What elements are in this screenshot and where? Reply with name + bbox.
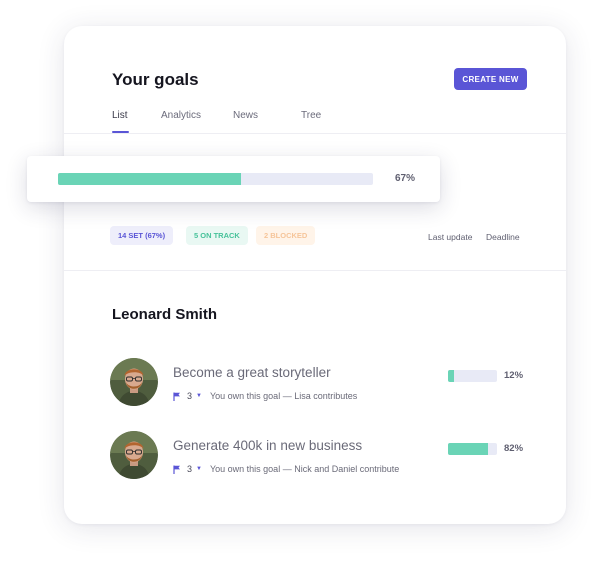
person-name: Leonard Smith xyxy=(112,306,218,323)
goal-title[interactable]: Become a great storyteller xyxy=(173,365,331,380)
goal-progress-label: 82% xyxy=(504,443,524,454)
goal-progress-fill xyxy=(448,443,489,455)
flag-icon xyxy=(173,392,180,401)
chevron-down-icon[interactable]: ▼ xyxy=(196,466,202,472)
page-title: Your goals xyxy=(112,70,199,89)
overall-progress-label: 67% xyxy=(395,173,416,184)
goal-row[interactable]: Become a great storyteller 3 ▼ You own t… xyxy=(110,358,530,408)
last-update-column[interactable]: Last update xyxy=(428,232,472,242)
tab-news[interactable]: News xyxy=(233,110,258,121)
goal-description: You own this goal — Nick and Daniel cont… xyxy=(209,464,400,474)
goal-title[interactable]: Generate 400k in new business xyxy=(173,438,362,453)
tab-analytics[interactable]: Analytics xyxy=(161,110,201,121)
goal-meta: 3 ▼ You own this goal — Nick and Daniel … xyxy=(173,464,399,474)
goal-row[interactable]: Generate 400k in new business 3 ▼ You ow… xyxy=(110,431,530,481)
divider xyxy=(64,133,566,134)
goal-progress-bar xyxy=(448,370,497,382)
on-track-badge[interactable]: 5 ON TRACK xyxy=(186,226,248,245)
avatar xyxy=(110,431,158,479)
divider xyxy=(64,270,566,271)
goal-description: You own this goal — Lisa contributes xyxy=(209,391,358,401)
blocked-badge[interactable]: 2 BLOCKED xyxy=(256,226,316,245)
flag-icon xyxy=(173,465,180,474)
overall-progress-bar xyxy=(58,173,373,185)
goal-progress-bar xyxy=(448,443,497,455)
create-new-button[interactable]: CREATE NEW xyxy=(454,68,527,90)
set-badge[interactable]: 14 SET (67%) xyxy=(110,226,174,245)
avatar xyxy=(110,358,158,406)
deadline-column[interactable]: Deadline xyxy=(486,232,520,242)
overall-progress-card: 67% xyxy=(27,156,440,202)
chevron-down-icon[interactable]: ▼ xyxy=(196,393,202,399)
goal-progress-label: 12% xyxy=(504,370,524,381)
goal-meta: 3 ▼ You own this goal — Lisa contributes xyxy=(173,391,357,401)
goal-count: 3 xyxy=(187,464,193,474)
goal-progress-fill xyxy=(448,370,454,382)
goals-card: Your goals CREATE NEW List Analytics New… xyxy=(64,26,566,524)
overall-progress-fill xyxy=(58,173,241,185)
goal-count: 3 xyxy=(187,391,193,401)
tab-list[interactable]: List xyxy=(112,110,128,121)
tab-tree[interactable]: Tree xyxy=(301,110,321,121)
